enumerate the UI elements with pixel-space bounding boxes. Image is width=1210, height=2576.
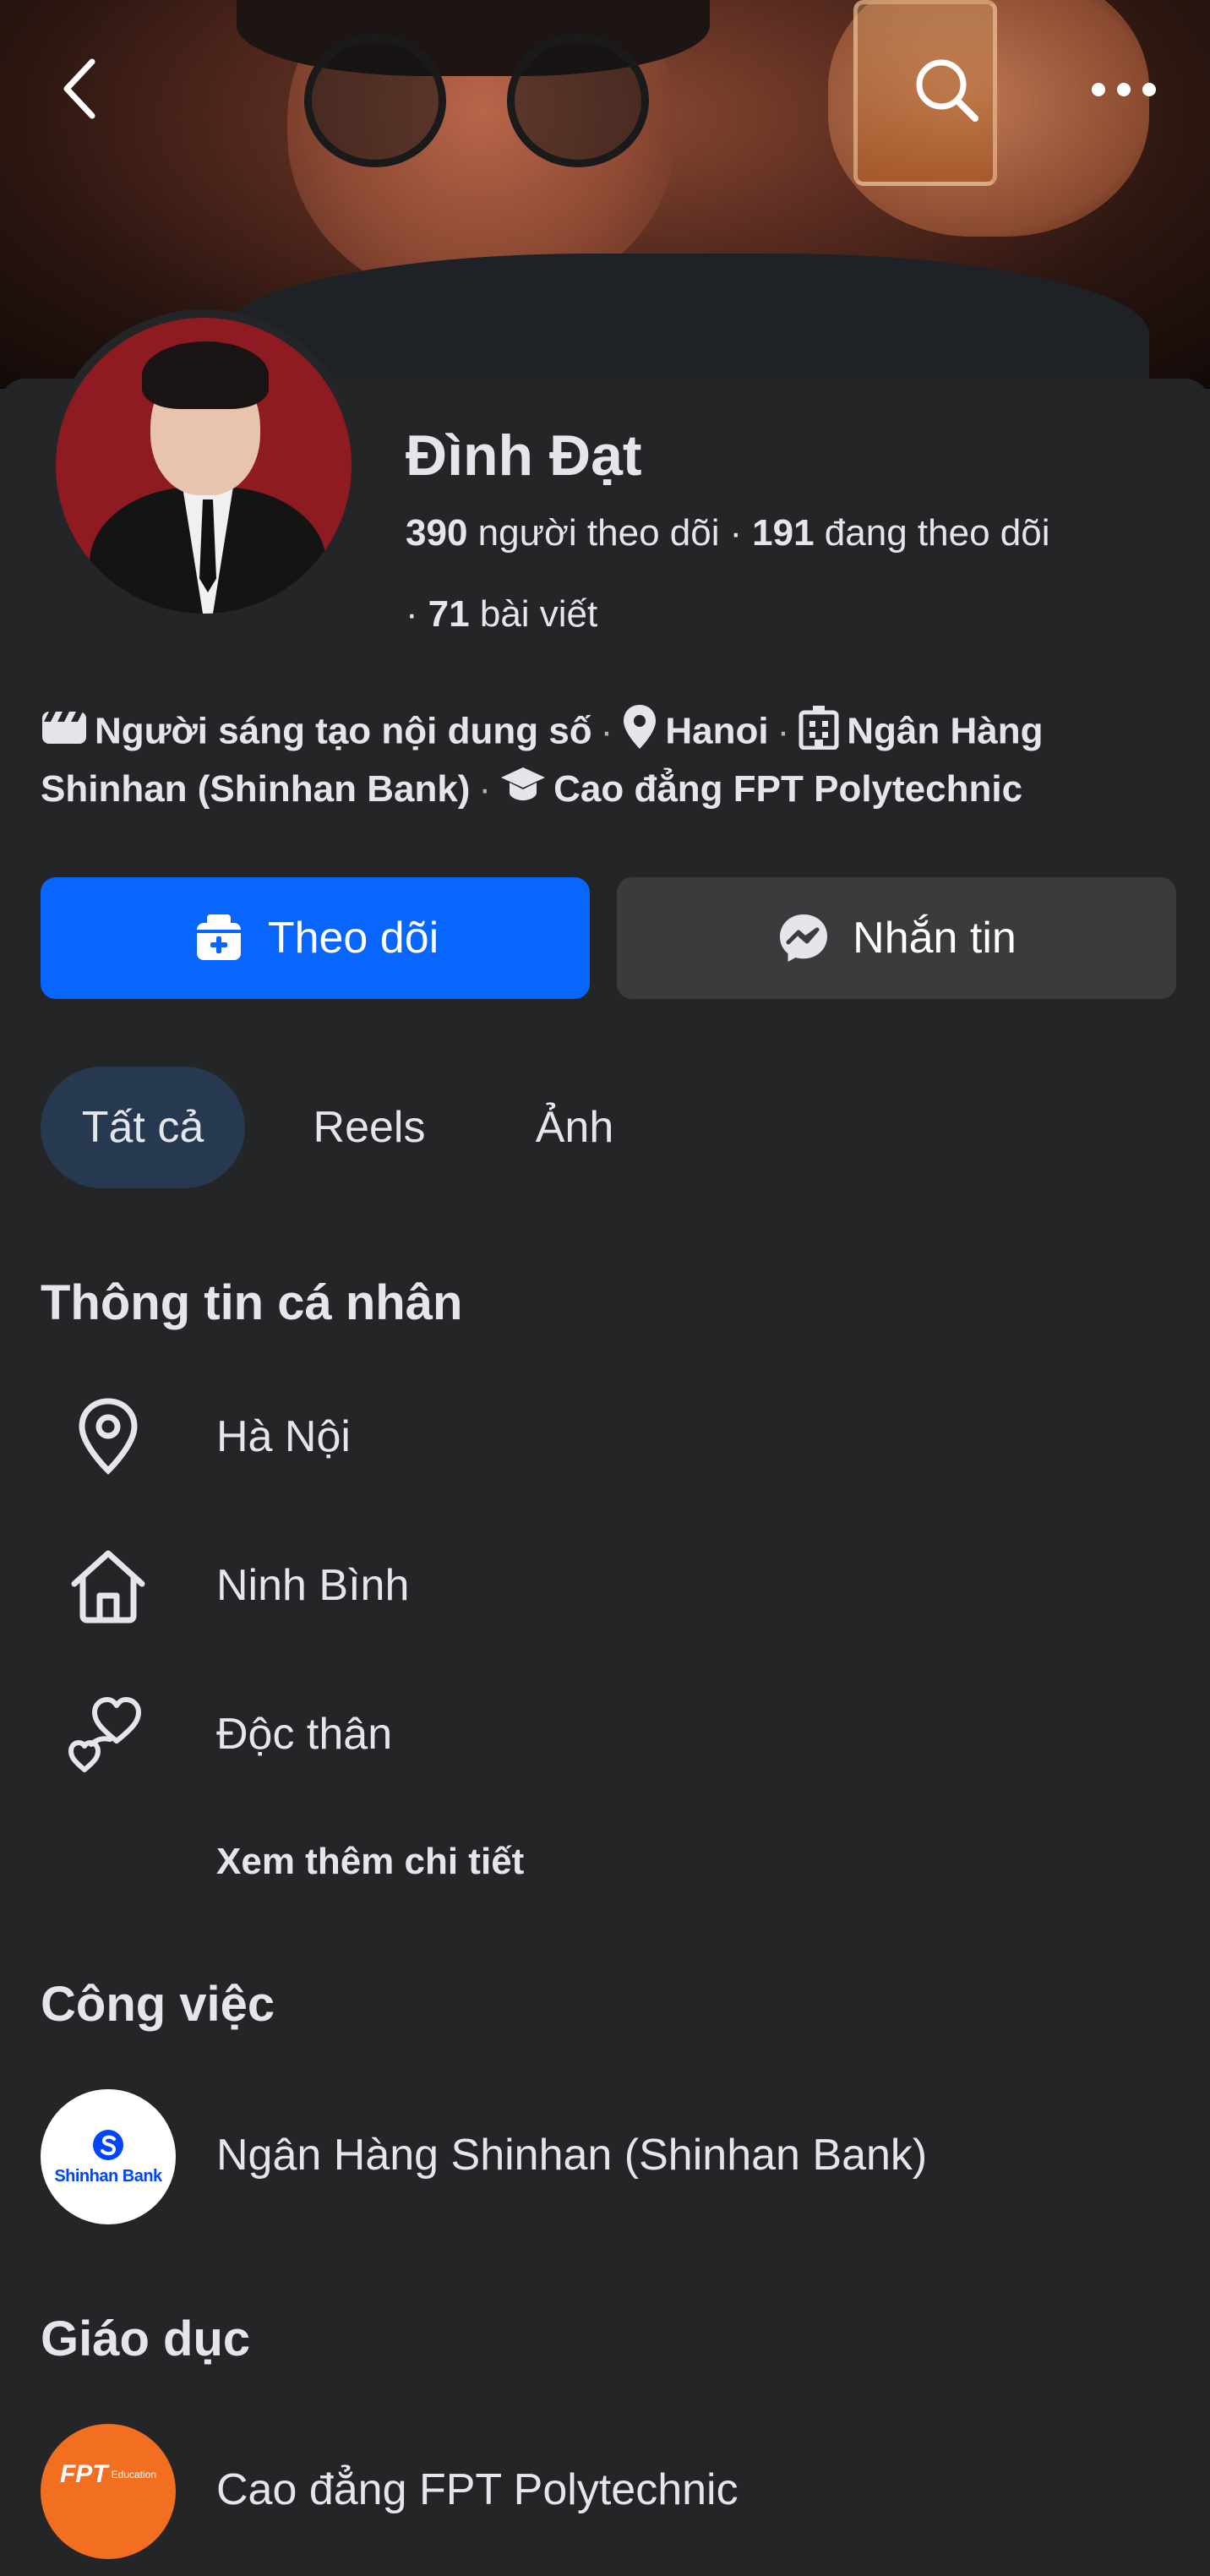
followers-label[interactable]: người theo dõi <box>478 512 720 554</box>
intro-details: Người sáng tạo nội dung số · Hanoi · Ngân … <box>41 703 1173 818</box>
current-city-text: Hà Nội <box>216 1412 351 1461</box>
following-count[interactable]: 191 <box>752 512 814 554</box>
back-arrow-icon <box>63 58 95 119</box>
info-row-hometown[interactable]: Ninh Bình <box>0 1535 1210 1636</box>
follow-icon <box>196 914 241 960</box>
follow-stats: 390 người theo dõi · 191 đang theo dõi <box>406 512 1050 554</box>
follow-label: Theo dõi <box>267 914 439 963</box>
posts-stats: · 71 bài viết <box>406 593 598 635</box>
info-row-relationship[interactable]: Độc thân <box>0 1684 1210 1785</box>
location-pin-icon <box>66 1394 150 1479</box>
info-row-current-city[interactable]: Hà Nội <box>0 1386 1210 1487</box>
more-dots-icon <box>1092 83 1156 96</box>
intro-education[interactable]: Cao đẳng FPT Polytechnic <box>553 768 1022 810</box>
hometown-text: Ninh Bình <box>216 1561 410 1610</box>
building-icon <box>798 704 840 763</box>
see-more-details-link[interactable]: Xem thêm chi tiết <box>216 1841 524 1883</box>
work-title: Công việc <box>41 1977 275 2032</box>
avatar[interactable] <box>56 318 352 614</box>
tab-all-label: Tất cả <box>81 1103 204 1152</box>
followers-count[interactable]: 390 <box>406 512 467 554</box>
creator-category: Người sáng tạo nội dung số <box>95 710 592 752</box>
intro-location: Hanoi <box>665 710 769 752</box>
following-label[interactable]: đang theo dõi <box>825 512 1050 554</box>
education-school-name[interactable]: Cao đẳng FPT Polytechnic <box>216 2464 739 2515</box>
more-options-button[interactable] <box>1082 56 1166 123</box>
education-title: Giáo dục <box>41 2311 251 2366</box>
messenger-icon <box>780 914 828 962</box>
shinhan-bank-logo[interactable]: Shinhan Bank <box>41 2089 176 2224</box>
follow-button[interactable]: Theo dõi <box>41 877 590 999</box>
search-button[interactable] <box>904 47 989 132</box>
fpt-logo-text: FPT <box>59 2460 108 2488</box>
graduation-cap-icon <box>499 764 547 818</box>
profile-name: Đình Đạt <box>406 423 642 488</box>
message-button[interactable]: Nhắn tin <box>617 877 1176 999</box>
message-label: Nhắn tin <box>853 914 1017 963</box>
clapperboard-icon <box>41 708 88 759</box>
search-icon <box>916 59 978 122</box>
fpt-education-logo[interactable]: FPT Education <box>41 2424 176 2559</box>
relationship-text: Độc thân <box>216 1710 393 1759</box>
fpt-logo-subtext: Education <box>111 2469 157 2480</box>
location-pin-icon <box>621 703 658 764</box>
tab-photos-label: Ảnh <box>535 1103 614 1152</box>
tab-photos[interactable]: Ảnh <box>504 1067 646 1188</box>
posts-count: 71 <box>428 593 470 635</box>
tab-reels[interactable]: Reels <box>291 1067 448 1188</box>
posts-label: bài viết <box>479 593 598 635</box>
hearts-icon <box>66 1692 150 1776</box>
shinhan-logo-text: Shinhan Bank <box>54 2166 162 2186</box>
back-button[interactable] <box>42 42 118 135</box>
work-company-name[interactable]: Ngân Hàng Shinhan (Shinhan Bank) <box>216 2130 927 2180</box>
home-icon <box>66 1543 150 1628</box>
personal-info-title: Thông tin cá nhân <box>41 1275 463 1330</box>
tab-all[interactable]: Tất cả <box>41 1067 245 1188</box>
tab-reels-label: Reels <box>313 1103 426 1152</box>
